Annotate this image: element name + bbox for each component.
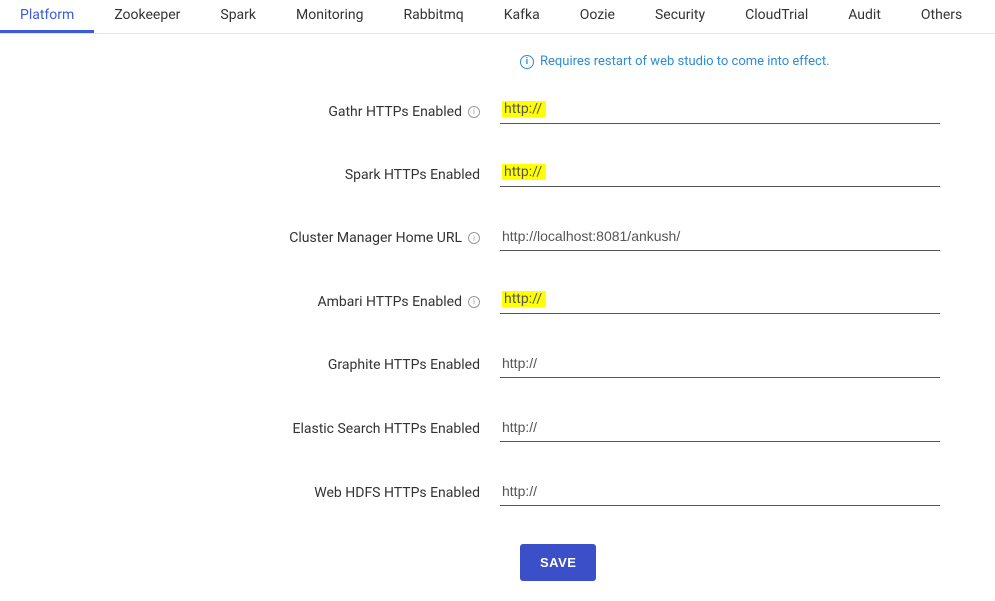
label-graphite-https: Graphite HTTPs Enabled: [0, 357, 500, 373]
tab-spark[interactable]: Spark: [200, 0, 276, 33]
info-icon[interactable]: i: [468, 106, 480, 118]
row-spark-https: Spark HTTPs Enabled http://: [0, 162, 995, 187]
input-ambari-https[interactable]: http://: [500, 289, 940, 314]
highlight-text: http://: [502, 101, 546, 117]
row-gathr-https: Gathr HTTPs Enabled i http://: [0, 99, 995, 124]
save-row: SAVE: [0, 544, 995, 581]
tab-zookeeper[interactable]: Zookeeper: [94, 0, 200, 33]
row-cluster-manager: Cluster Manager Home URL i: [0, 225, 995, 251]
label-text: Ambari HTTPs Enabled: [317, 294, 462, 310]
tab-others[interactable]: Others: [901, 0, 982, 33]
label-text: Graphite HTTPs Enabled: [328, 357, 480, 373]
tab-cloudtrial[interactable]: CloudTrial: [725, 0, 828, 33]
row-webhdfs-https: Web HDFS HTTPs Enabled: [0, 480, 995, 506]
label-text: Spark HTTPs Enabled: [345, 167, 480, 183]
label-text: Gathr HTTPs Enabled: [328, 104, 462, 120]
label-text: Cluster Manager Home URL: [289, 230, 462, 246]
tab-security[interactable]: Security: [635, 0, 725, 33]
form-content: i Requires restart of web studio to come…: [0, 34, 995, 601]
input-cluster-manager[interactable]: [500, 225, 940, 251]
label-spark-https: Spark HTTPs Enabled: [0, 167, 500, 183]
notice-text: Requires restart of web studio to come i…: [540, 54, 830, 69]
tab-monitoring[interactable]: Monitoring: [276, 0, 384, 33]
input-spark-https[interactable]: http://: [500, 162, 940, 187]
input-gathr-https[interactable]: http://: [500, 99, 940, 124]
row-graphite-https: Graphite HTTPs Enabled: [0, 352, 995, 378]
label-ambari-https: Ambari HTTPs Enabled i: [0, 294, 500, 310]
label-text: Elastic Search HTTPs Enabled: [293, 421, 481, 437]
tab-oozie[interactable]: Oozie: [560, 0, 635, 33]
tab-kafka[interactable]: Kafka: [484, 0, 560, 33]
label-text: Web HDFS HTTPs Enabled: [314, 485, 480, 501]
input-graphite-https[interactable]: [500, 352, 940, 378]
save-button[interactable]: SAVE: [520, 544, 596, 581]
input-webhdfs-https[interactable]: [500, 480, 940, 506]
info-icon: i: [520, 55, 534, 69]
row-ambari-https: Ambari HTTPs Enabled i http://: [0, 289, 995, 314]
highlight-text: http://: [502, 291, 546, 307]
label-gathr-https: Gathr HTTPs Enabled i: [0, 104, 500, 120]
tab-rabbitmq[interactable]: Rabbitmq: [384, 0, 484, 33]
label-elastic-https: Elastic Search HTTPs Enabled: [0, 421, 500, 437]
row-elastic-https: Elastic Search HTTPs Enabled: [0, 416, 995, 442]
label-webhdfs-https: Web HDFS HTTPs Enabled: [0, 485, 500, 501]
tab-platform[interactable]: Platform: [0, 0, 94, 33]
input-elastic-https[interactable]: [500, 416, 940, 442]
restart-notice: i Requires restart of web studio to come…: [520, 54, 995, 69]
tab-bar: Platform Zookeeper Spark Monitoring Rabb…: [0, 0, 995, 34]
info-icon[interactable]: i: [468, 232, 480, 244]
label-cluster-manager: Cluster Manager Home URL i: [0, 230, 500, 246]
tab-audit[interactable]: Audit: [828, 0, 901, 33]
info-icon[interactable]: i: [468, 296, 480, 308]
highlight-text: http://: [502, 164, 546, 180]
